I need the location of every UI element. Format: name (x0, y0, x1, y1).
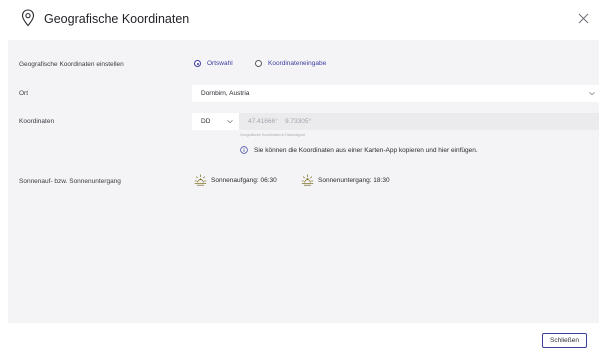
coordinates-info-text: Sie können die Koordinaten aus einer Kar… (254, 147, 478, 154)
radio-ortswahl-indicator[interactable] (194, 60, 201, 67)
coordinate-format-value[interactable]: DD (201, 118, 210, 125)
dialog-title: Geografische Koordinaten (44, 12, 190, 26)
koordinaten-label: Koordinaten (19, 118, 55, 125)
radio-ortswahl-label[interactable]: Ortswahl (207, 60, 233, 67)
sunrise-text: Sonnenaufgang: 06:30 (211, 177, 277, 184)
ort-value[interactable]: Dornbirn, Austria (201, 90, 249, 97)
radio-koordinateneingabe-indicator[interactable] (255, 60, 262, 67)
radio-koordinateneingabe[interactable]: Koordinateneingabe (255, 60, 326, 67)
map-pin-icon (21, 9, 35, 27)
close-button[interactable]: Schließen (542, 333, 587, 348)
ort-select[interactable]: Dornbirn, Austria (192, 85, 599, 102)
mode-label: Geografische Koordinaten einstellen (19, 61, 124, 68)
dialog-footer (0, 323, 599, 349)
close-icon[interactable] (578, 13, 589, 24)
coordinate-format-select[interactable]: DD (192, 113, 239, 130)
chevron-down-icon[interactable] (227, 119, 233, 124)
coordinates-helper-text: Geografische Koordinaten in Dezimalgrad (240, 133, 305, 137)
radio-ortswahl[interactable]: Ortswahl (194, 60, 233, 67)
sunset-icon (301, 174, 314, 186)
chevron-down-icon[interactable] (589, 91, 595, 96)
dialog-header: Geografische Koordinaten (0, 0, 599, 40)
longitude-value: 9.73305° (285, 118, 312, 125)
sunrise-icon (194, 174, 207, 186)
sunset-text: Sonnenuntergang: 18:30 (318, 177, 390, 184)
radio-koordinateneingabe-label[interactable]: Koordinateneingabe (268, 60, 326, 67)
ort-label: Ort (19, 90, 29, 97)
latitude-value: 47.41666° (248, 118, 278, 125)
coordinates-input[interactable]: 47.41666° 9.73305° (239, 113, 599, 130)
info-icon (240, 146, 248, 154)
sun-label: Sonnenauf- bzw. Sonnenuntergang (19, 178, 121, 185)
dialog-content: Geografische Koordinaten einstellen Orts… (8, 40, 599, 323)
